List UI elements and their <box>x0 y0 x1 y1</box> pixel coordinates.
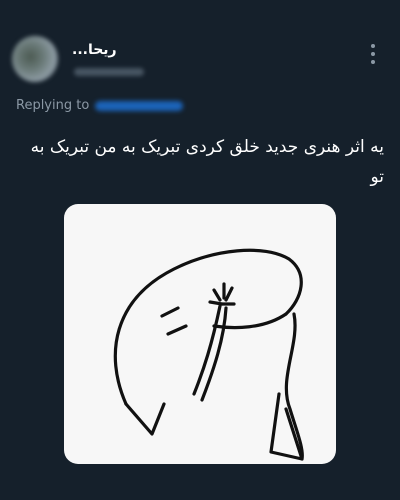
tweet-image[interactable] <box>64 204 336 464</box>
more-vertical-icon <box>371 60 375 64</box>
avatar[interactable] <box>12 36 58 82</box>
flork-doodle-image <box>113 248 304 461</box>
author-handle-blurred <box>74 68 144 76</box>
reply-target-handle-blurred[interactable] <box>95 100 184 111</box>
replying-to-label: Replying to <box>16 98 90 113</box>
replying-to-line: Replying to <box>16 98 184 113</box>
tweet-text: یه اثر هنری جدید خلق کردی تبریک به من تب… <box>30 137 384 187</box>
more-options-button[interactable] <box>370 44 376 64</box>
more-vertical-icon <box>371 44 375 48</box>
more-vertical-icon <box>371 52 375 56</box>
author-name[interactable]: ریحا... <box>72 42 117 58</box>
